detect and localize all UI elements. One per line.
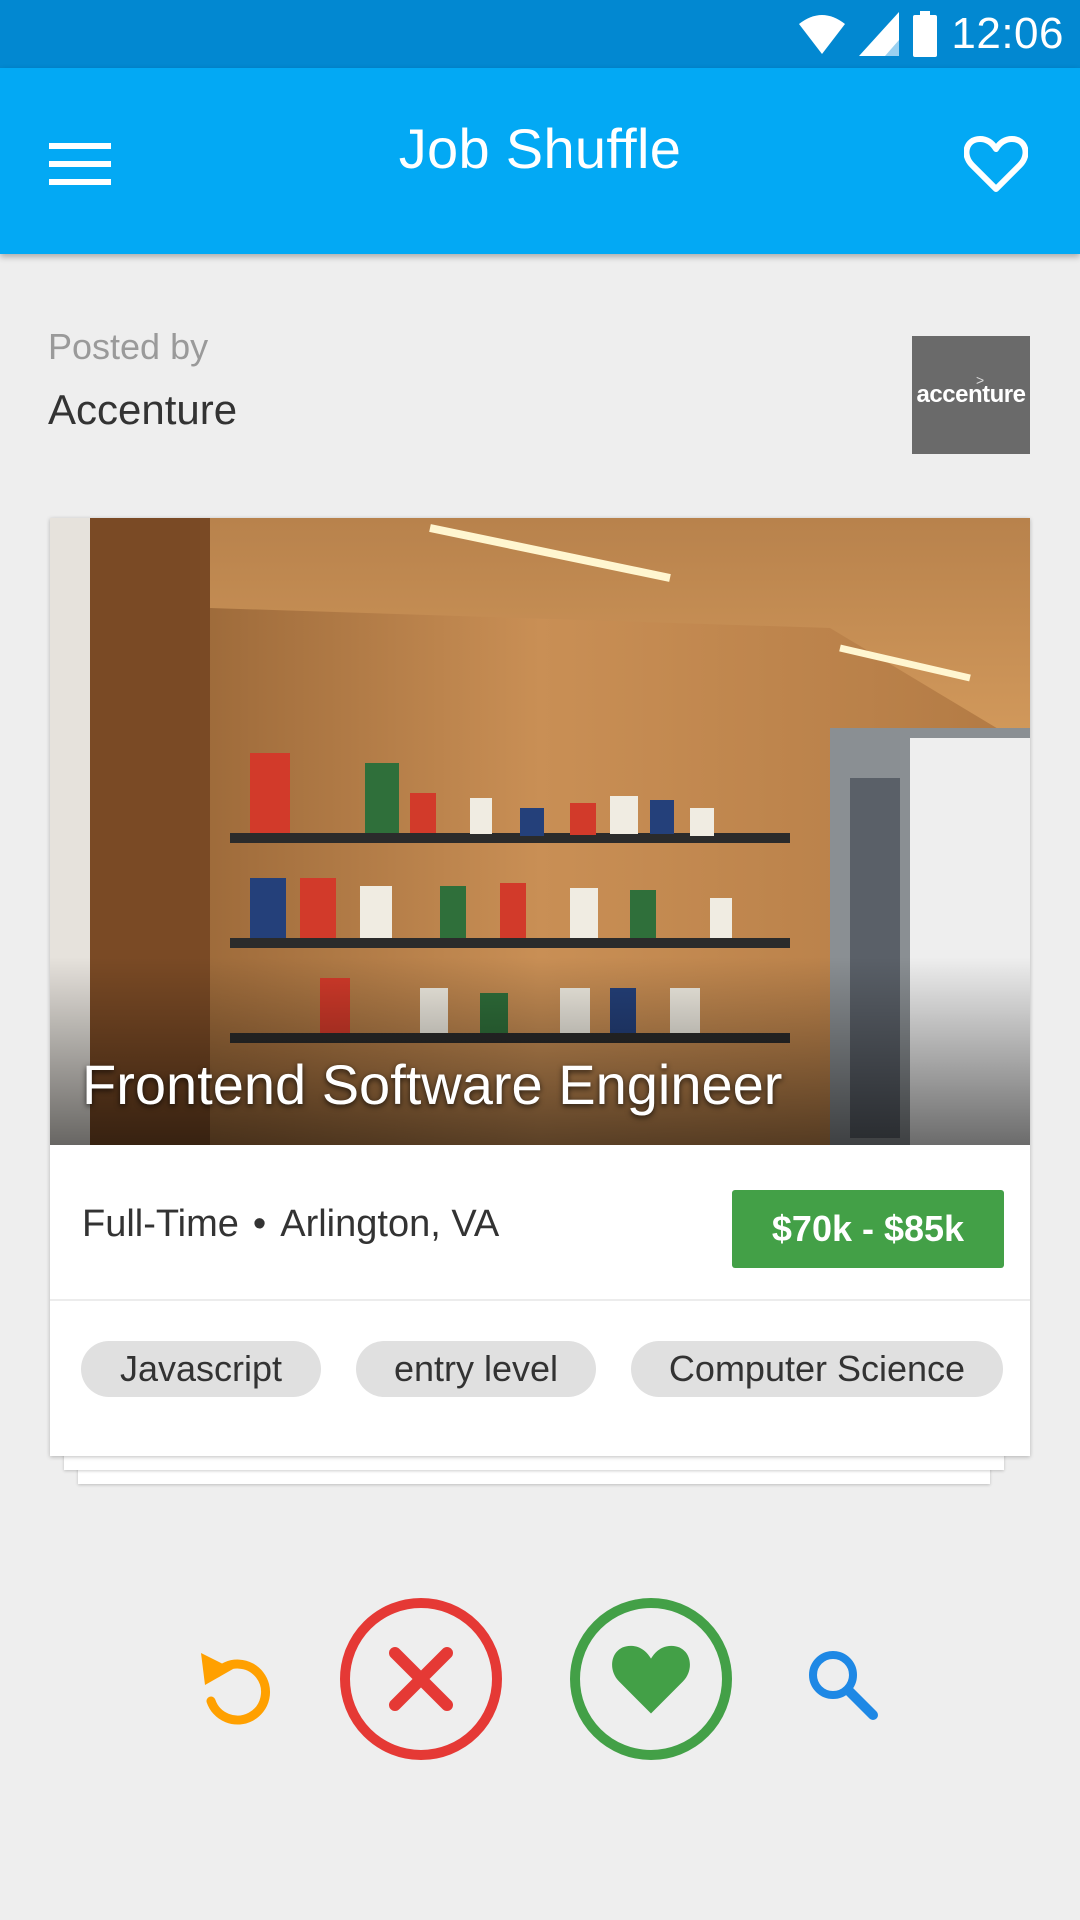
meta-separator: • xyxy=(252,1203,267,1245)
posted-by: Posted by Accenture xyxy=(48,326,237,434)
tag-chip[interactable]: entry level xyxy=(356,1341,596,1397)
tags-row: Javascript entry level Computer Science xyxy=(50,1301,1030,1456)
job-photo xyxy=(50,518,1030,1145)
tag-chip[interactable]: Computer Science xyxy=(631,1341,1003,1397)
search-icon xyxy=(809,1651,878,1720)
tag-chip[interactable]: Javascript xyxy=(81,1341,321,1397)
job-location: Arlington, VA xyxy=(280,1203,500,1245)
like-button[interactable] xyxy=(570,1598,732,1760)
status-icons: 12:06 xyxy=(799,8,1064,60)
logo-chevron-icon: > xyxy=(976,372,984,388)
company-logo-text: accenture xyxy=(916,381,1026,408)
close-icon xyxy=(389,1647,453,1711)
undo-icon xyxy=(201,1653,270,1725)
job-title: Frontend Software Engineer xyxy=(82,1053,783,1116)
salary-badge: $70k - $85k xyxy=(732,1190,1004,1268)
status-bar: 12:06 xyxy=(0,0,1080,68)
status-time: 12:06 xyxy=(951,9,1064,58)
company-logo[interactable]: > accenture xyxy=(912,336,1030,454)
heart-outline-icon xyxy=(964,136,1028,192)
reject-button[interactable] xyxy=(340,1598,502,1760)
job-card[interactable]: Frontend Software Engineer Full-Time • Arl… xyxy=(50,518,1030,1456)
heart-icon xyxy=(612,1645,690,1714)
app-title: Job Shuffle xyxy=(398,117,682,180)
search-button[interactable] xyxy=(796,1638,886,1728)
job-meta: Full-Time • Arlington, VA xyxy=(82,1203,499,1246)
posted-by-label: Posted by xyxy=(48,326,209,367)
job-meta-row: Full-Time • Arlington, VA $70k - $85k xyxy=(50,1145,1030,1301)
signal-icon xyxy=(859,12,900,56)
job-type: Full-Time xyxy=(82,1203,239,1245)
battery-icon xyxy=(913,11,938,57)
wifi-icon xyxy=(799,15,846,54)
app-bar: Job Shuffle xyxy=(0,68,1080,254)
company-name: Accenture xyxy=(48,386,238,433)
favorites-button[interactable] xyxy=(948,116,1044,212)
undo-button[interactable] xyxy=(190,1640,280,1730)
